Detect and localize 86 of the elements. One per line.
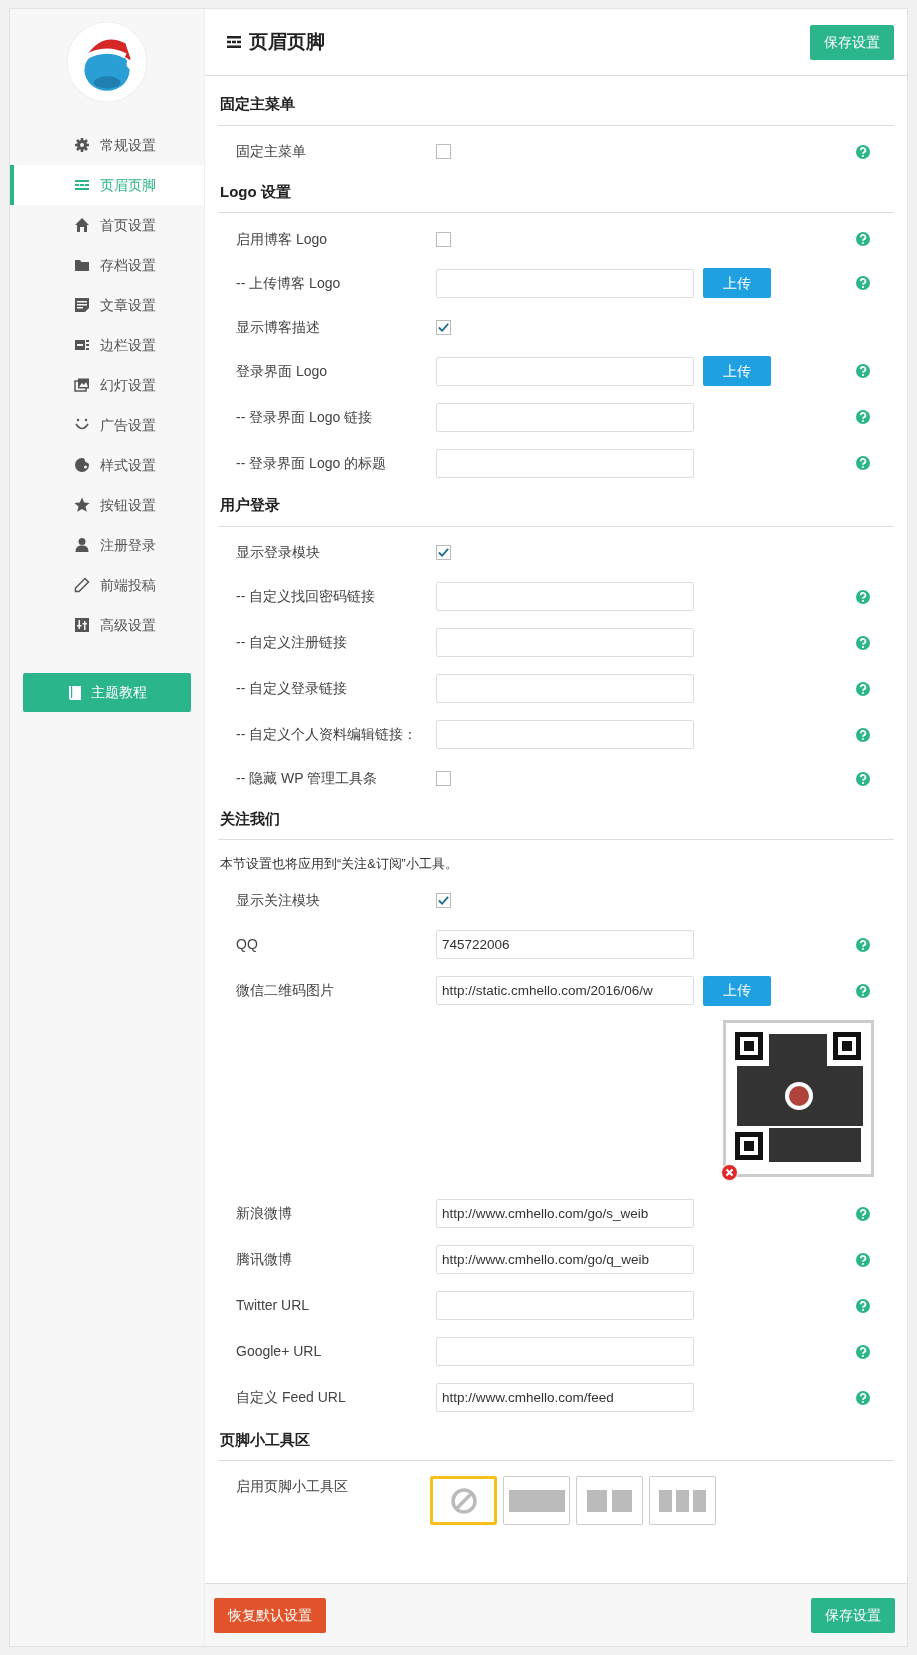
field-label: Twitter URL (236, 1296, 311, 1316)
text-field[interactable]: http://www.cmhello.com/go/s_weib (436, 1199, 694, 1229)
field-label: 显示博客描述 (236, 317, 321, 337)
section-note: 本节设置也将应用到“关注&订阅”小工具。 (219, 856, 459, 873)
checkbox[interactable] (436, 545, 451, 560)
text-field[interactable] (436, 1291, 694, 1321)
text-field[interactable] (436, 674, 694, 703)
layout-option[interactable] (503, 1476, 570, 1526)
check-icon (437, 546, 450, 559)
checkbox[interactable] (436, 319, 451, 335)
images-icon (74, 377, 90, 393)
sliders-icon (74, 617, 90, 633)
home-icon (74, 217, 90, 233)
field-label: -- 自定义登录链接 (236, 679, 349, 698)
remove-icon[interactable] (721, 1163, 738, 1181)
section-heading: 关注我们 (218, 799, 894, 840)
text-field[interactable]: 745722006 (436, 930, 694, 960)
text-field[interactable] (436, 402, 694, 432)
field-label: QQ (236, 935, 259, 955)
palette-icon (74, 457, 90, 473)
field-label: 自定义 Feed URL (236, 1388, 347, 1408)
field-label: -- 登录界面 Logo 链接 (236, 407, 374, 427)
folder-icon (74, 257, 90, 273)
layout-option[interactable] (649, 1476, 716, 1526)
field-label: -- 自定义找回密码链接 (236, 587, 377, 606)
text-field[interactable] (436, 720, 694, 749)
text-field[interactable]: http://static.cmhello.com/2016/06/w (436, 976, 694, 1006)
text-field[interactable]: http://www.cmhello.com/go/q_weib (436, 1245, 694, 1275)
checkbox[interactable] (436, 231, 451, 247)
check-icon (437, 894, 450, 908)
field-label: 新浪微博 (236, 1204, 293, 1224)
field-label: 启用页脚小工具区 (236, 1477, 349, 1497)
section-heading: 固定主菜单 (218, 85, 894, 126)
text-field[interactable] (436, 356, 694, 386)
sidebar-item[interactable]: 高级设置 (10, 605, 204, 645)
text-field[interactable] (436, 448, 694, 478)
field-label: -- 登录界面 Logo 的标题 (236, 453, 388, 473)
checkbox[interactable] (436, 893, 451, 909)
checkbox[interactable] (436, 771, 451, 786)
text-field[interactable] (436, 582, 694, 611)
text-field[interactable]: http://www.cmhello.com/feed (436, 1383, 694, 1413)
sidebar-item[interactable]: 前端投稿 (10, 565, 204, 605)
header-footer-icon (74, 177, 90, 193)
sidebar-item[interactable]: 广告设置 (10, 405, 204, 445)
field-label: 启用博客 Logo (236, 229, 329, 249)
page-title: 页眉页脚 (249, 29, 325, 54)
sidebar-item[interactable]: 幻灯设置 (10, 365, 204, 405)
sidebar-item[interactable]: 存档设置 (10, 245, 204, 285)
book-icon (67, 684, 83, 701)
text-field[interactable] (436, 1337, 694, 1367)
field-label: 固定主菜单 (236, 142, 307, 161)
section-heading: Logo 设置 (218, 172, 894, 213)
sidebar-icon (74, 337, 90, 353)
layout-option[interactable] (576, 1476, 643, 1526)
field-label: 显示关注模块 (236, 891, 321, 911)
gear-icon (74, 137, 90, 153)
field-label: -- 自定义注册链接 (236, 633, 349, 652)
sidebar-item[interactable]: 按钮设置 (10, 485, 204, 525)
check-icon (437, 320, 450, 334)
field-label: 显示登录模块 (236, 543, 321, 562)
section-heading: 页脚小工具区 (218, 1420, 894, 1462)
layout-option[interactable] (430, 1476, 497, 1526)
field-label: 微信二维码图片 (236, 981, 335, 1001)
field-label: Google+ URL (236, 1342, 323, 1362)
user-icon (74, 537, 90, 553)
sidebar-item[interactable]: 注册登录 (10, 525, 204, 565)
star-icon (74, 497, 90, 513)
field-label: -- 上传博客 Logo (236, 273, 342, 293)
field-label: 腾讯微博 (236, 1250, 293, 1270)
section-heading: 用户登录 (218, 486, 894, 527)
field-label: -- 隐藏 WP 管理工具条 (236, 769, 379, 788)
pencil-icon (74, 577, 90, 593)
field-label: -- 自定义个人资料编辑链接： (236, 725, 419, 744)
sidebar-item[interactable]: 样式设置 (10, 445, 204, 485)
sidebar-item[interactable]: 首页设置 (10, 205, 204, 245)
text-field[interactable] (436, 268, 694, 298)
document-icon (74, 297, 90, 313)
sidebar-item[interactable]: 文章设置 (10, 285, 204, 325)
sidebar-item[interactable]: 常规设置 (10, 125, 204, 165)
text-field[interactable] (436, 628, 694, 657)
checkbox[interactable] (436, 144, 451, 159)
sidebar-item[interactable]: 边栏设置 (10, 325, 204, 365)
field-label: 登录界面 Logo (236, 361, 329, 381)
reset-button[interactable]: 恢复默认设置 (214, 1597, 326, 1633)
header-footer-icon (227, 36, 241, 48)
none-icon (449, 1486, 478, 1515)
